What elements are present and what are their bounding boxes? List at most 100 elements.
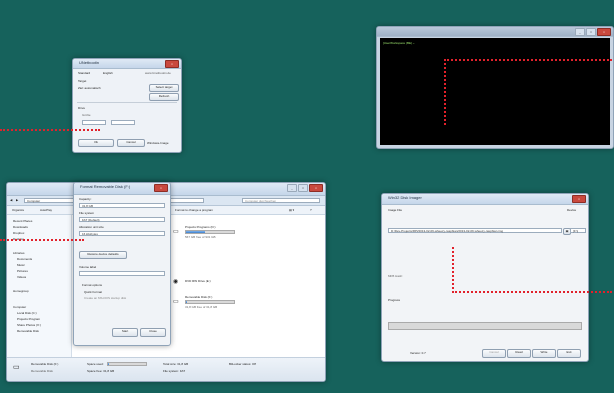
version-label: Version: 0.7 [410, 351, 426, 355]
sidebar-item-documents[interactable]: Documents [17, 257, 32, 261]
sidebar-item-libraries[interactable]: Libraries [13, 251, 25, 255]
sidebar-item-downloads[interactable]: Downloads [13, 225, 28, 229]
file-system-label: File system [79, 211, 95, 215]
close-button[interactable]: × [309, 184, 323, 192]
drive-removable[interactable]: ▭ Removable Disk (F:) 31,8 GB free of 31… [173, 295, 263, 313]
radio-english[interactable]: English [103, 71, 113, 75]
windows-image-checkbox[interactable]: Windows-Image [147, 141, 169, 145]
sidebar-item-homegroup[interactable]: Homegroup [13, 289, 29, 293]
drive-projects[interactable]: ▭ Projects Programs (D:) 567 GB free of … [173, 225, 263, 243]
radio-standard[interactable]: Standard [78, 71, 90, 75]
close-button[interactable]: × [572, 195, 586, 203]
image-path-input[interactable]: D:/Dev-Projects/RPi/2013-02-09-wheezy-ra… [388, 228, 562, 233]
navigation-pane: Recent Places Downloads Dropbox Desktop … [7, 215, 72, 357]
size-option[interactable]: Größe [82, 113, 91, 117]
close-button[interactable]: × [154, 184, 168, 192]
sidebar-item-music[interactable]: Music [17, 263, 25, 267]
capacity-select[interactable]: 31,8 GB [79, 203, 165, 208]
file-system-select[interactable]: FAT (Default) [79, 217, 165, 222]
callout-line [0, 129, 100, 131]
progress-label: Progress [388, 298, 401, 302]
win32-disk-imager-window: Win32 Disk Imager × Image File Device D:… [381, 193, 589, 362]
allocation-label: Allocation unit size [79, 225, 104, 229]
volume-label-label: Volume label [79, 265, 97, 269]
cancel-button[interactable]: Cancel [117, 139, 145, 147]
organize-menu[interactable]: Organize [12, 208, 24, 212]
sidebar-item-videos[interactable]: Videos [17, 275, 26, 279]
status-file-system: File system: FAT [163, 369, 186, 373]
drive-name: Removable Disk (F:) [185, 295, 213, 299]
sidebar-item-projects[interactable]: Projects Program [17, 317, 40, 321]
unetbootin-titlebar: UNetbootin × [73, 59, 181, 69]
status-total-size: Total size: 31,8 GB [163, 362, 189, 366]
msdos-checkbox[interactable]: Create an MS-DOS startup disk [84, 296, 126, 300]
image-file-label: Image File [388, 208, 403, 212]
unetbootin-title: UNetbootin [79, 60, 100, 65]
callout-line [452, 291, 612, 293]
size-unit-field[interactable] [111, 120, 135, 125]
window-controls: _ □ × [287, 184, 323, 192]
minimize-button[interactable]: _ [575, 28, 585, 36]
view-options-icon[interactable]: ▤ ▾ [289, 208, 294, 212]
hard-drive-icon: ▭ [173, 229, 179, 235]
volume-label-input[interactable] [79, 271, 165, 276]
cancel-button[interactable]: Cancel [482, 349, 506, 358]
callout-line [444, 59, 446, 125]
usb-drive-icon: ▭ [173, 299, 179, 305]
select-target-button[interactable]: Select target [149, 84, 179, 92]
ok-button[interactable]: Ok [78, 139, 114, 147]
maximize-button[interactable]: □ [298, 184, 308, 192]
status-device-name: Removable Disk (F:) [31, 362, 59, 366]
terminal-prompt: [UserWorkspace (BE) ~ [383, 41, 415, 45]
sidebar-item-recent-places[interactable]: Recent Places [13, 219, 32, 223]
sidebar-item-pictures[interactable]: Pictures [17, 269, 28, 273]
sidebar-item-local-disk[interactable]: Local Disk (C:) [17, 311, 37, 315]
capacity-label: Capacity: [79, 197, 92, 201]
drive-free-space: 567 GB free of 931 GB [185, 235, 216, 239]
allocation-select[interactable]: 16 kilobytes [79, 231, 165, 236]
refresh-button[interactable]: Refresh [149, 93, 179, 101]
window-controls: × [154, 184, 168, 192]
callout-line [452, 247, 454, 293]
sidebar-item-computer[interactable]: Computer [13, 305, 26, 309]
exit-button[interactable]: Exit [557, 349, 581, 358]
sidebar-item-dropbox[interactable]: Dropbox [13, 231, 24, 235]
quick-format-checkbox[interactable]: Quick Format [84, 290, 102, 294]
md5-checkbox[interactable]: MD5 Hash: [388, 274, 403, 278]
maximize-button[interactable]: □ [586, 28, 596, 36]
drive-dvd[interactable]: ◉ DVD RW Drive (E:) [173, 278, 263, 288]
close-button[interactable]: × [165, 60, 179, 68]
device-select[interactable]: [F:\] [570, 228, 586, 233]
drive-usage-bar [185, 230, 235, 234]
restore-defaults-button[interactable]: Restore device defaults [79, 251, 127, 259]
unetbootin-window: UNetbootin × Standard English www.Unetbo… [72, 58, 182, 153]
sidebar-item-share[interactable]: Share Photos (X:) [17, 323, 41, 327]
format-options-label: Format options [82, 283, 103, 287]
status-bitlocker: BitLocker status: Off [229, 362, 256, 366]
back-icon[interactable]: ◀ [10, 198, 12, 202]
website-link[interactable]: www.Unetbootin.de [145, 71, 171, 75]
autoplay-menu[interactable]: AutoPlay [40, 208, 52, 212]
close-button[interactable]: × [597, 28, 611, 36]
command-bar-text[interactable]: Format to change a program [175, 208, 213, 212]
callout-line [444, 59, 612, 61]
write-button[interactable]: Write [532, 349, 556, 358]
status-space-free: Space free: 31,8 GB [87, 369, 115, 373]
progress-bar [388, 322, 582, 330]
read-button[interactable]: Read [507, 349, 531, 358]
window-controls: _ □ × [575, 28, 611, 36]
imager-titlebar: Win32 Disk Imager × [382, 194, 588, 205]
help-icon[interactable]: ? [310, 208, 312, 212]
start-button[interactable]: Start [112, 328, 138, 337]
drive-name: Projects Programs (D:) [185, 225, 216, 229]
sidebar-item-removable[interactable]: Removable Disk [17, 329, 39, 333]
forward-icon[interactable]: ▶ [16, 198, 18, 202]
drive-name: DVD RW Drive (E:) [185, 279, 211, 283]
terminal-screen[interactable]: [UserWorkspace (BE) ~ [380, 38, 610, 145]
size-field[interactable] [82, 120, 106, 125]
minimize-button[interactable]: _ [287, 184, 297, 192]
close-dialog-button[interactable]: Close [140, 328, 166, 337]
target-label: Target [78, 79, 87, 83]
drive-label: Drive [78, 106, 86, 110]
search-input[interactable]: Computer durchsuchen [242, 198, 320, 203]
